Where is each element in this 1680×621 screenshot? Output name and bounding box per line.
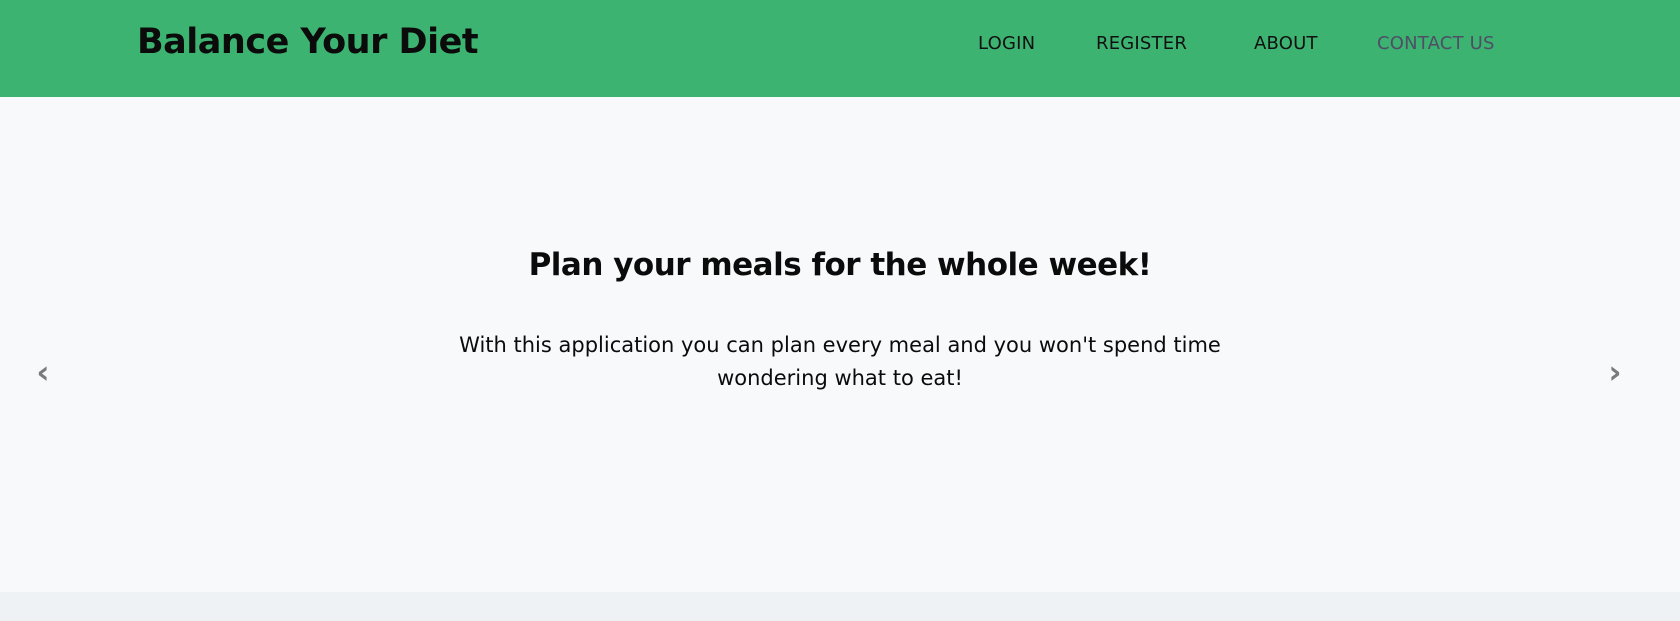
nav-link-contact-us[interactable]: CONTACT US: [1377, 33, 1495, 54]
carousel-headline: Plan your meals for the whole week!: [528, 247, 1152, 283]
carousel-subtext: With this application you can plan every…: [459, 333, 1221, 390]
navbar: Balance Your Diet LOGIN REGISTER ABOUT C…: [0, 0, 1680, 97]
nav-link-login[interactable]: LOGIN: [978, 33, 1035, 54]
chevron-left-icon[interactable]: ‹: [28, 355, 58, 389]
nav-link-about[interactable]: ABOUT: [1254, 33, 1318, 54]
page-footer-strip: [0, 592, 1680, 621]
hero-carousel: Plan your meals for the whole week! With…: [0, 97, 1680, 592]
chevron-right-icon[interactable]: ›: [1600, 355, 1630, 389]
nav-links: LOGIN REGISTER ABOUT CONTACT US: [0, 33, 1680, 63]
nav-link-register[interactable]: REGISTER: [1096, 33, 1187, 54]
